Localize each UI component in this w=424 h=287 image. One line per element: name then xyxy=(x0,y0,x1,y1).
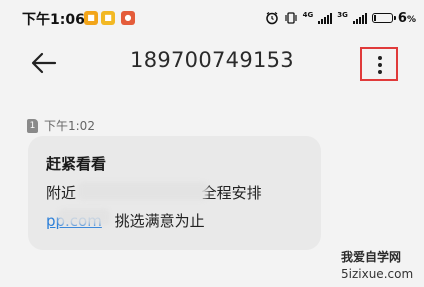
notification-app-icon: ● xyxy=(121,11,135,25)
watermark: 我爱自学网 5izixue.com xyxy=(341,248,413,281)
signal-strength-icon xyxy=(318,12,333,24)
message-bubble[interactable]: 赶紧看看 附近 全程安排 pp.com 挑选满意为止 xyxy=(28,136,321,250)
redaction-blur xyxy=(58,209,110,225)
network-type-1: 4G xyxy=(302,10,314,19)
watermark-title: 我爱自学网 xyxy=(341,250,402,264)
message-meta: 1 下午1:02 xyxy=(27,117,95,134)
message-line-3-rest: 挑选满意为止 xyxy=(114,212,205,230)
conversation-header: 189700749153 xyxy=(0,36,424,90)
signal-strength-icon xyxy=(352,12,367,24)
more-options-button[interactable] xyxy=(360,47,398,81)
battery-icon xyxy=(371,13,396,23)
watermark-url: 5izixue.com xyxy=(341,267,414,281)
vibrate-icon xyxy=(285,12,297,24)
more-options-icon-dot xyxy=(378,63,382,67)
message-timestamp: 下午1:02 xyxy=(44,119,95,133)
message-line-2-start: 附近 xyxy=(46,184,77,202)
more-options-icon-dot xyxy=(378,70,382,74)
status-bar: 下午1:06 ■ ■ ● 4G 3G 6% xyxy=(0,0,424,36)
message-line-1: 赶紧看看 xyxy=(46,155,107,173)
sim-card-icon: 1 xyxy=(27,118,38,133)
notification-app-icon: ■ xyxy=(84,11,98,25)
status-indicators: 4G 3G 6% xyxy=(265,9,416,27)
status-time: 下午1:06 xyxy=(22,12,85,28)
redaction-blur xyxy=(78,182,208,200)
notification-app-icon: ■ xyxy=(101,11,115,25)
alarm-icon xyxy=(265,12,278,25)
message-line-2-end: 全程安排 xyxy=(201,184,262,202)
network-type-2: 3G xyxy=(337,10,348,19)
battery-level: 6% xyxy=(397,10,416,26)
more-options-icon xyxy=(378,56,382,60)
